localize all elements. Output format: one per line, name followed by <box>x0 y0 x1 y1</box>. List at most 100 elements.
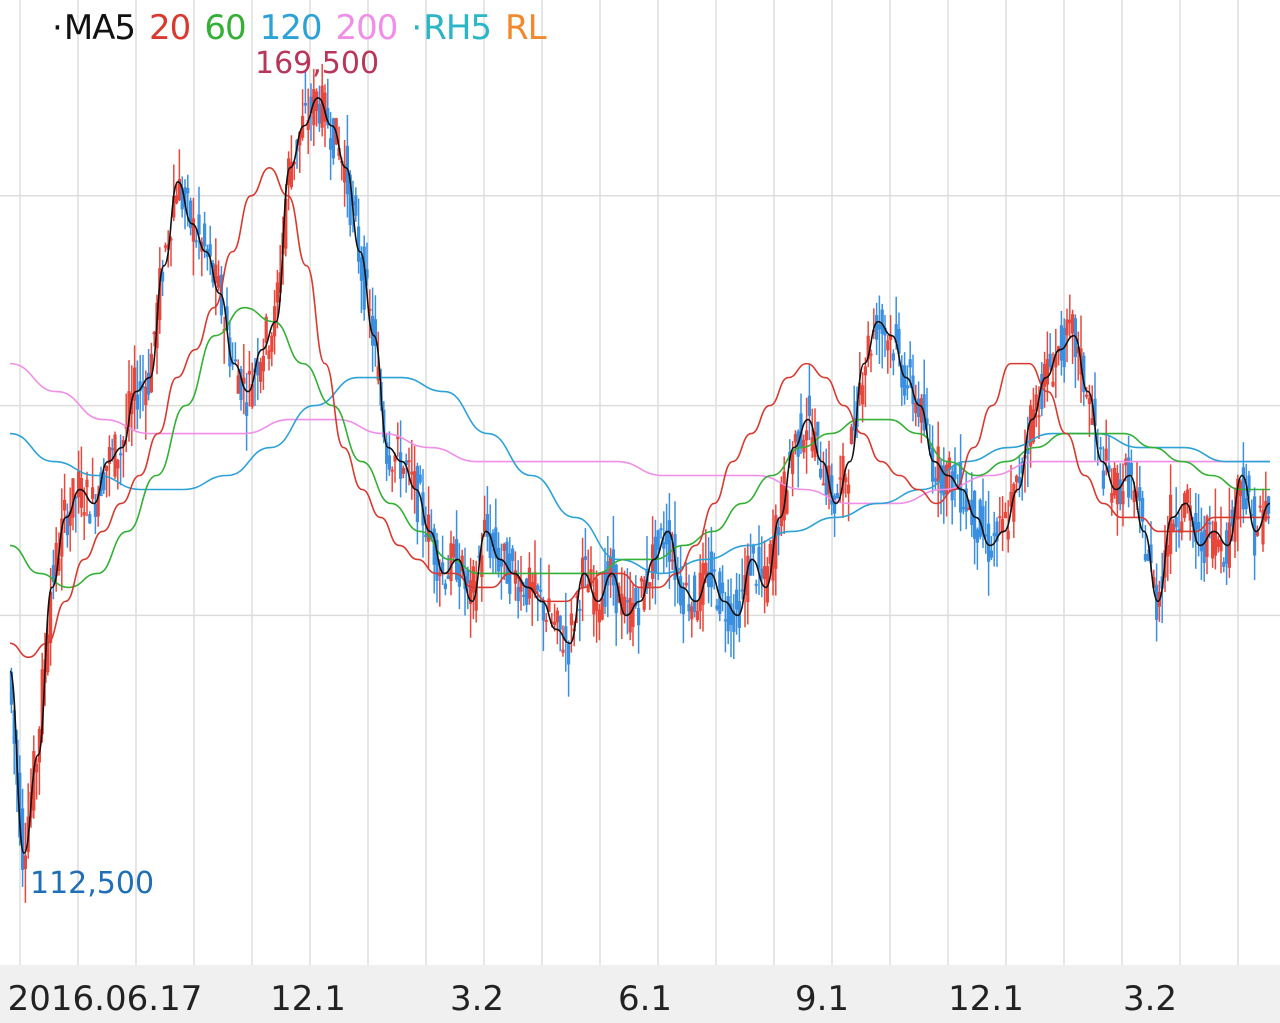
candle-body <box>1110 492 1114 503</box>
candle-body <box>1138 487 1142 501</box>
candle-body <box>259 362 263 382</box>
candle-body <box>147 372 151 395</box>
candle-body <box>1211 531 1215 559</box>
candle-body <box>1244 498 1248 510</box>
candle-body <box>471 566 475 593</box>
legend-ma60[interactable]: 60 <box>204 8 246 48</box>
candle-body <box>583 556 587 560</box>
legend-rl[interactable]: RL <box>505 8 547 48</box>
candle-body <box>679 576 683 606</box>
candle-body <box>1087 398 1091 405</box>
stock-chart[interactable]: 2016.06.17 12.1 3.2 6.1 9.1 12.1 3.2 169,500 1… <box>0 0 1280 1023</box>
candle-body <box>637 608 641 626</box>
candle-body <box>119 453 123 456</box>
candle-body <box>838 477 842 480</box>
candle-body <box>390 469 394 472</box>
candle-body <box>959 462 963 513</box>
legend-ma120[interactable]: 120 <box>260 8 323 48</box>
legend-ma20[interactable]: 20 <box>149 8 191 48</box>
candle-body <box>88 514 92 524</box>
candle-body <box>754 583 758 586</box>
candle-body <box>1085 394 1089 397</box>
candle-body <box>525 578 529 605</box>
candle-body <box>443 583 447 590</box>
candle-body <box>410 471 414 475</box>
candle-body <box>779 483 783 527</box>
candle-body <box>693 575 697 612</box>
candle-body <box>1006 530 1010 540</box>
candle-body <box>303 103 307 106</box>
candle-body <box>1197 521 1201 530</box>
candle-body <box>186 188 190 194</box>
candle-body <box>1202 529 1206 564</box>
candle-body <box>191 218 195 242</box>
candle-body <box>793 434 797 443</box>
candle-body <box>1113 467 1117 496</box>
candle-body <box>1048 353 1052 368</box>
candle-body <box>1045 359 1049 385</box>
candle-body <box>653 536 657 574</box>
candle-body <box>578 608 582 611</box>
candle-body <box>1129 462 1133 476</box>
candle-body <box>704 562 708 575</box>
candle-body <box>1143 554 1147 561</box>
candle-body <box>544 619 548 622</box>
candle-body <box>1174 516 1178 528</box>
candle-body <box>1090 418 1094 425</box>
candle-body <box>329 138 333 150</box>
candle-body <box>418 474 422 483</box>
candle-body <box>144 386 148 406</box>
candle-body <box>740 589 744 592</box>
candle-body <box>869 353 873 356</box>
x-tick-label: 6.1 <box>618 979 672 1019</box>
candle-body <box>245 402 249 416</box>
candle-body <box>407 460 411 463</box>
candle-body <box>561 649 565 653</box>
candle-body <box>1099 447 1103 450</box>
candle-body <box>821 483 825 486</box>
candle-body <box>975 529 979 543</box>
candle-body <box>1185 489 1189 504</box>
candle-body <box>135 394 139 410</box>
candle-body <box>163 245 167 248</box>
candle-body <box>1199 532 1203 552</box>
candle-body <box>1216 539 1220 547</box>
candle-body <box>805 430 809 441</box>
candle-body <box>1101 470 1105 489</box>
candlesticks <box>9 63 1271 903</box>
candle-body <box>709 551 713 588</box>
candle-body <box>625 600 629 603</box>
candle-body <box>880 309 884 334</box>
candle-body <box>77 471 81 498</box>
legend-rh5[interactable]: RH5 <box>423 8 492 48</box>
x-tick-label: 3.2 <box>1123 979 1177 1019</box>
candle-body <box>105 465 109 471</box>
candle-body <box>1155 584 1159 620</box>
candle-body <box>1171 523 1175 531</box>
candle-body <box>217 275 221 288</box>
candle-body <box>1015 475 1019 483</box>
candle-body <box>1043 363 1047 388</box>
legend-ma200[interactable]: 200 <box>335 8 398 48</box>
candle-body <box>763 566 767 580</box>
candle-body <box>802 439 806 453</box>
candle-body <box>270 335 274 352</box>
candle-body <box>567 643 571 665</box>
legend-ma5[interactable]: MA5 <box>64 8 136 48</box>
x-tick-label: 12.1 <box>948 979 1024 1019</box>
candle-body <box>908 359 912 368</box>
candle-body <box>203 223 207 247</box>
high-price-label: 169,500 <box>255 46 379 81</box>
candle-body <box>413 471 417 489</box>
candle-body <box>1003 511 1007 519</box>
candle-body <box>1225 530 1229 564</box>
x-tick-label: 9.1 <box>795 979 849 1019</box>
candle-body <box>194 240 198 243</box>
candle-body <box>595 578 599 612</box>
candle-body <box>1258 505 1262 508</box>
candle-body <box>555 610 559 623</box>
candle-body <box>1001 518 1005 533</box>
candle-body <box>628 597 632 633</box>
candle-body <box>989 550 993 558</box>
candle-body <box>116 459 120 469</box>
